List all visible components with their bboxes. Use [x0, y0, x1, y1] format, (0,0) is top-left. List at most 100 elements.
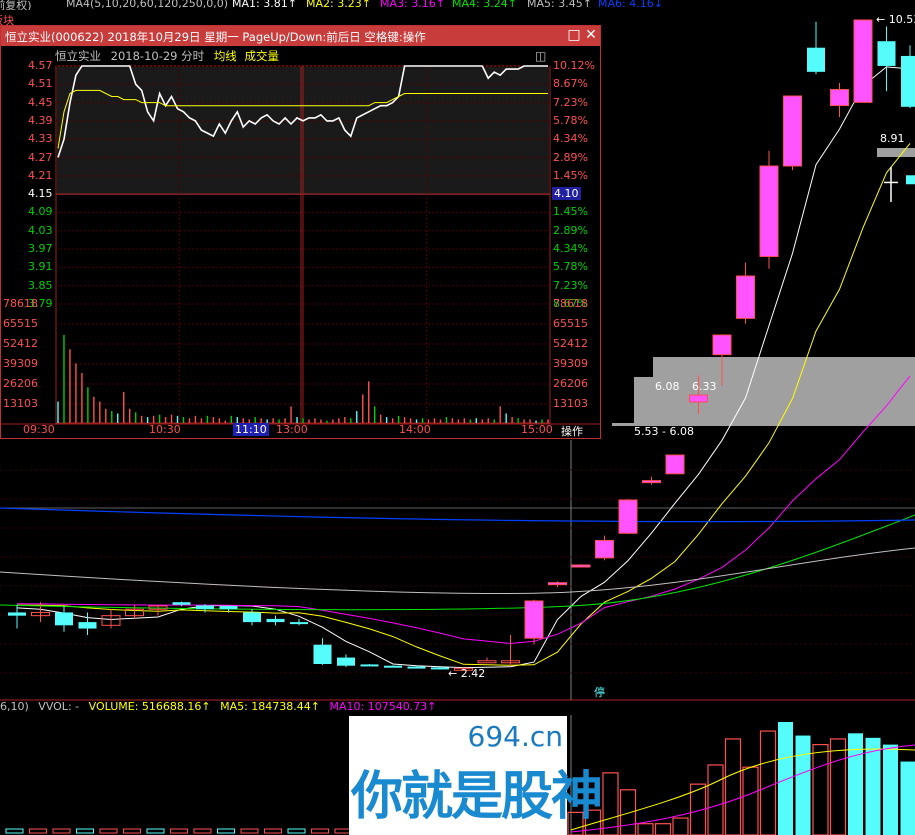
volume-bar [795, 735, 811, 835]
volume-label: 成交量 [244, 49, 279, 63]
volume-tick-label-right: 13103 [553, 397, 588, 410]
volume-bar [778, 722, 793, 835]
percent-tick-label: 8.67% [553, 77, 588, 91]
candle-body [783, 95, 802, 167]
candle-body [548, 582, 567, 586]
price-tick-label: 3.91 [28, 260, 53, 274]
settings-icon[interactable]: ◫ [535, 49, 546, 63]
volume-header: 6,10) VVOL: - VOLUME: 516688.16↑ MA5: 18… [0, 700, 442, 713]
volume-bar [654, 823, 672, 835]
candle-body [807, 47, 825, 72]
ma60-line [0, 514, 915, 611]
volume-bar [264, 828, 282, 834]
price-tick-label: 4.45 [28, 95, 53, 109]
volume-bar [170, 828, 188, 834]
candle-body [313, 644, 332, 664]
suspension-badge: 停 [594, 686, 605, 699]
candle-body [853, 19, 873, 103]
volume-bar [217, 828, 235, 834]
volume-bar [287, 828, 306, 834]
percent-tick-label: 5.78% [553, 113, 588, 127]
volume-bar [637, 823, 654, 835]
price-tick-label: 4.57 [28, 59, 53, 72]
volume-bar [829, 738, 847, 835]
candle-body [830, 89, 849, 107]
price-tick-label: 3.97 [28, 242, 53, 256]
candle-body [172, 602, 191, 605]
volume-tick-label: 13103 [3, 397, 38, 410]
time-tick-label: 14:00 [399, 423, 431, 436]
candle-body [266, 618, 285, 623]
price-tick-label: 4.03 [28, 223, 53, 237]
volume-tick-label: 26206 [3, 377, 38, 390]
candle-body [524, 600, 544, 639]
candle-body [689, 394, 708, 403]
volume-tick-label-right: 26206 [553, 377, 588, 390]
high-price-label: ← 10.53 [876, 13, 915, 26]
vvol-label: VVOL: - [38, 700, 80, 713]
candle-body [360, 664, 379, 667]
candle-body [571, 564, 591, 568]
candle-body [431, 667, 449, 670]
candle-body [736, 275, 755, 319]
candle-body [196, 605, 214, 610]
price-tick-label: 4.27 [28, 150, 53, 164]
volume-bar [602, 772, 619, 835]
candle-body [906, 175, 915, 185]
time-cursor-label: 11:10 [233, 423, 269, 436]
percent-tick-label: 7.23% [553, 278, 588, 292]
volume-value: VOLUME: 516688.16↑ [88, 700, 211, 713]
volume-tick-label: 52412 [3, 337, 38, 350]
candle-body [618, 499, 638, 534]
candle-body [243, 612, 261, 623]
volume-bar [193, 828, 212, 834]
candle-body [8, 612, 26, 616]
intraday-date: 2018-10-29 分时 [110, 49, 205, 63]
candle-body [219, 606, 238, 610]
volume-bar [883, 744, 898, 835]
volume-bar [29, 828, 47, 834]
low-price-label: ← 2.42 [448, 667, 486, 680]
candle-body [337, 657, 355, 666]
volume-bar [707, 764, 724, 835]
candle-body [384, 665, 402, 668]
volume-bar [812, 743, 829, 835]
time-tick-label: 13:00 [276, 423, 308, 436]
watermark-logo: 694.cn 你就是股神 [349, 716, 603, 835]
vol-ma10-value: MA10: 107540.73↑ [329, 700, 437, 713]
watermark-url: 694.cn [467, 720, 563, 753]
avg-line-label: 均线 [213, 49, 237, 63]
volume-tick-label-right: 39309 [553, 357, 588, 370]
volume-bar [742, 766, 759, 835]
volume-bar [311, 828, 329, 834]
volume-bar [99, 828, 118, 834]
vol-prefix: 6,10) [0, 700, 29, 713]
watermark-slogan: 你就是股神 [351, 767, 603, 827]
percent-tick-label: 4.34% [553, 132, 588, 146]
price-tick-label: 4.09 [28, 205, 53, 219]
intraday-popup-window[interactable]: 恒立实业(000622) 2018年10月29日 星期一 PageUp/Down… [0, 25, 601, 439]
chip-range-label-a: 6.08 [655, 380, 680, 393]
ma250-line [0, 547, 915, 595]
volume-tick-label: 39309 [3, 357, 38, 370]
volume-bar [848, 733, 863, 835]
candle-body [712, 334, 732, 356]
intraday-chart[interactable] [1, 26, 600, 438]
volume-tick-label-right: 78618 [553, 297, 588, 310]
percent-tick-label: 2.89% [553, 223, 588, 237]
candle-body [642, 480, 661, 484]
percent-tick-label: 1.45% [553, 168, 588, 182]
volume-bar [619, 789, 637, 835]
time-tick-label: 09:30 [23, 423, 55, 436]
time-tick-label: 15:00 [521, 423, 553, 436]
operate-button[interactable]: 操作 [561, 423, 583, 439]
candle-body [759, 165, 779, 257]
volume-tick-label: 78618 [3, 297, 38, 310]
percent-tick-label: 2.89% [553, 150, 588, 164]
volume-bar [900, 761, 915, 835]
price-tick-label: 4.51 [28, 77, 53, 91]
volume-bar [52, 828, 71, 834]
volume-tick-label-right: 65515 [553, 317, 588, 330]
volume-bar [76, 828, 94, 834]
price-tick-label: 4.15 [28, 187, 53, 201]
